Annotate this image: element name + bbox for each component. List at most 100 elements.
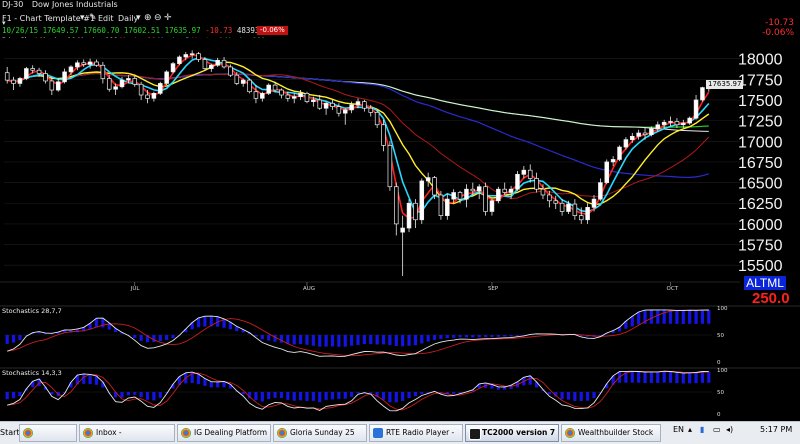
candle-body: [266, 84, 271, 94]
clock[interactable]: 5:17 PM: [760, 425, 792, 434]
taskbar-inbox-button[interactable]: Inbox - cmqesquire@g...: [79, 424, 175, 442]
candle-body: [381, 124, 386, 146]
candle-body: [591, 198, 597, 208]
stochastic-bar: [515, 335, 520, 336]
taskbar-chrome-button[interactable]: [19, 424, 77, 442]
stochastic-tick-label: 50: [717, 390, 724, 396]
y-tick-label: 16250: [738, 196, 783, 213]
stochastic-bar: [267, 335, 271, 341]
volume-icon[interactable]: ◂): [726, 425, 733, 434]
stochastic-bar: [445, 335, 449, 339]
stochastic-bar: [637, 311, 641, 325]
y-tick-label: 16500: [738, 176, 783, 193]
stochastic-bar: [209, 381, 213, 388]
candle-body: [253, 91, 259, 99]
stochastic-bar: [496, 335, 500, 337]
stochastic-bar: [388, 392, 392, 403]
stochastic-bar: [662, 371, 666, 383]
candle-body: [413, 202, 418, 221]
stochastic-bar: [649, 310, 654, 324]
stochastic-bar: [279, 392, 284, 399]
candle-body: [87, 61, 93, 65]
taskbar-gloria-button[interactable]: Gloria Sunday 25 Octob...: [273, 424, 367, 442]
candle-body: [221, 59, 227, 68]
y-tick-label: 17750: [738, 72, 783, 89]
candle-body: [464, 188, 469, 200]
stochastic-bar: [668, 371, 673, 383]
stochastic-bar: [656, 309, 660, 324]
candle-body: [291, 96, 297, 99]
chrome-icon: [565, 428, 575, 438]
candle-body: [483, 186, 488, 212]
candle-body: [183, 54, 189, 58]
candle-body: [349, 104, 354, 111]
candle-body: [457, 192, 463, 200]
y-tick-label: 17500: [738, 93, 783, 110]
candle-body: [617, 146, 622, 160]
candle-body: [623, 139, 629, 148]
stochastic-bar: [381, 335, 386, 345]
network-icon[interactable]: ▮: [700, 425, 704, 434]
candle-body: [374, 112, 380, 126]
candle-body: [476, 186, 482, 192]
stochastic-bar: [452, 392, 456, 394]
stochastic-bar: [311, 392, 315, 401]
stochastic-bar: [573, 392, 577, 402]
candle-body: [4, 72, 10, 81]
candle-body: [49, 80, 55, 91]
stochastic-bar: [305, 335, 309, 345]
stochastic-bar: [18, 335, 22, 341]
start-button[interactable]: Start: [0, 424, 20, 442]
battery-icon[interactable]: ▭: [713, 425, 721, 434]
chart-app-window: DJ-30 Dow Jones Industrials F1 - Chart T…: [0, 0, 800, 444]
stochastic-bar: [688, 310, 692, 324]
candle-body: [138, 83, 144, 96]
stochastic-bar: [356, 335, 360, 345]
candle-body: [189, 53, 195, 56]
price-chart[interactable]: JUL AUG SEP OCT 18000 17750 17500 17250 17000 16…: [0, 0, 800, 420]
stochastic-bar: [464, 335, 469, 338]
taskbar-rte-button[interactable]: RTE Radio Player - Glor...: [369, 424, 463, 442]
stochastic-bar: [707, 309, 711, 324]
stochastic-bar: [311, 335, 315, 346]
stochastic-bar: [267, 392, 271, 400]
stochastic-bar: [662, 309, 666, 324]
candle-body: [151, 93, 157, 99]
stochastic-bar: [11, 392, 16, 399]
candle-body: [521, 169, 527, 175]
stochastic-bar: [694, 310, 698, 324]
candle-body: [75, 62, 80, 68]
x-tick-label: SEP: [488, 286, 499, 292]
candle-body: [240, 79, 246, 84]
stochastic-bar: [18, 392, 22, 397]
candle-body: [170, 63, 176, 73]
candle-body: [362, 101, 367, 109]
taskbar-ig-button[interactable]: IG Dealing Platform | S...: [177, 424, 271, 442]
language-indicator[interactable]: EN: [673, 425, 684, 434]
price-plot-area: [0, 38, 740, 290]
candle-body: [336, 106, 342, 114]
stochastic-bar: [298, 335, 303, 345]
candle-body: [394, 186, 399, 225]
stochastic-bar: [343, 392, 347, 399]
taskbar-wealthbuilder-button[interactable]: Wealthbuilder Stock M...: [561, 424, 661, 442]
stochastic-bar: [133, 335, 137, 338]
taskbar-tc2000-button[interactable]: TC2000 version 7 Gol...: [465, 424, 559, 442]
tray-expand-icon[interactable]: ▴: [688, 425, 692, 434]
candle-body: [585, 207, 590, 221]
candle-body: [113, 86, 118, 90]
stochastic-bar: [158, 392, 162, 398]
stochastic-bar: [471, 335, 475, 338]
candle-body: [578, 215, 584, 221]
candle-body: [508, 188, 514, 193]
stochastic-bar: [324, 392, 328, 400]
candle-body: [419, 180, 425, 221]
stochastic-bar: [356, 392, 360, 394]
candle-body: [36, 69, 42, 74]
candle-body: [279, 89, 284, 96]
stochastic-bar: [420, 335, 424, 344]
y-tick-label: 15750: [738, 238, 783, 255]
chrome-icon: [277, 428, 287, 438]
candle-body: [636, 132, 641, 137]
stochastic-bar: [566, 392, 571, 400]
